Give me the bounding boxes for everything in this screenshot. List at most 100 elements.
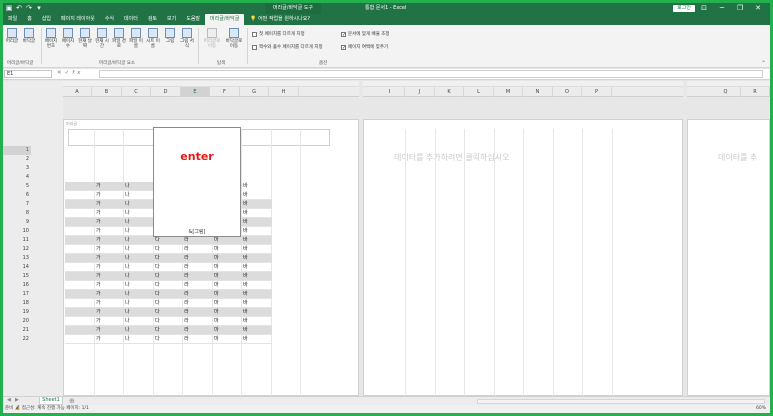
table-cell[interactable]: 바 (243, 281, 248, 290)
table-cell[interactable]: 가 (96, 209, 101, 218)
table-cell[interactable]: 가 (96, 263, 101, 272)
col-header-d[interactable]: D (151, 87, 181, 97)
checkbox-align-margins[interactable]: ✓ (341, 44, 346, 50)
table-cell[interactable]: 가 (96, 236, 101, 245)
table-cell[interactable]: 나 (125, 299, 130, 308)
table-cell[interactable]: 바 (243, 191, 248, 200)
add-data-hint[interactable]: 데이터를 추가하려면 클릭하십시오 (394, 152, 510, 163)
row-header[interactable]: 15 (3, 272, 31, 281)
row-header[interactable]: 9 (3, 218, 31, 227)
table-cell[interactable]: 가 (96, 218, 101, 227)
row-header[interactable]: 19 (3, 308, 31, 317)
table-cell[interactable]: 나 (125, 191, 130, 200)
table-cell[interactable]: 가 (96, 281, 101, 290)
table-cell[interactable]: 마 (214, 326, 219, 335)
table-cell[interactable]: 라 (184, 245, 189, 254)
table-cell[interactable]: 바 (243, 299, 248, 308)
col-header-r[interactable]: R (741, 87, 770, 97)
row-header[interactable]: 4 (3, 173, 31, 182)
table-cell[interactable]: 나 (125, 308, 130, 317)
horizontal-scrollbar[interactable] (477, 399, 765, 404)
col-header-e[interactable]: E (181, 87, 210, 97)
row-header[interactable]: 20 (3, 317, 31, 326)
table-cell[interactable]: 마 (214, 263, 219, 272)
table-cell[interactable]: 가 (96, 182, 101, 191)
table-cell[interactable]: 가 (96, 308, 101, 317)
row-header[interactable]: 17 (3, 290, 31, 299)
row-header[interactable]: 2 (3, 155, 31, 164)
tab-review[interactable]: 검토 (143, 14, 162, 25)
col-header-h[interactable]: H (269, 87, 299, 97)
table-cell[interactable]: 라 (184, 290, 189, 299)
option-different-odd-even[interactable]: 짝수와 홀수 페이지를 다르게 지정 (252, 44, 323, 50)
col-header-n[interactable]: N (523, 87, 553, 97)
table-cell[interactable]: 라 (184, 263, 189, 272)
row-header[interactable]: 12 (3, 245, 31, 254)
option-different-first-page[interactable]: 첫 페이지를 다르게 지정 (252, 31, 305, 37)
table-cell[interactable]: 다 (155, 272, 160, 281)
table-cell[interactable]: 바 (243, 218, 248, 227)
table-cell[interactable]: 바 (243, 209, 248, 218)
go-to-footer-button[interactable]: 바닥글로 이동 (224, 28, 244, 49)
table-cell[interactable]: 나 (125, 263, 130, 272)
col-header-o[interactable]: O (553, 87, 582, 97)
picture-button[interactable]: 그림 (163, 28, 177, 44)
table-cell[interactable]: 나 (125, 326, 130, 335)
row-header[interactable]: 16 (3, 281, 31, 290)
customize-qat-icon[interactable]: ▾ (35, 4, 43, 12)
table-cell[interactable]: 바 (243, 326, 248, 335)
row-header[interactable]: 10 (3, 227, 31, 236)
table-cell[interactable]: 마 (214, 335, 219, 344)
table-cell[interactable]: 나 (125, 254, 130, 263)
table-cell[interactable]: 다 (155, 236, 160, 245)
option-align-margins[interactable]: ✓ 페이지 여백에 맞추기 (341, 44, 388, 50)
table-cell[interactable]: 라 (184, 254, 189, 263)
undo-icon[interactable]: ↶ (15, 4, 23, 12)
row-header[interactable]: 11 (3, 236, 31, 245)
table-cell[interactable]: 마 (214, 236, 219, 245)
table-cell[interactable]: 마 (214, 254, 219, 263)
checkbox-scale-with-document[interactable]: ✓ (341, 31, 346, 37)
table-cell[interactable]: 바 (243, 263, 248, 272)
checkbox-different-first-page[interactable] (252, 31, 257, 37)
table-cell[interactable]: 나 (125, 227, 130, 236)
option-scale-with-document[interactable]: ✓ 문서에 맞게 배율 조정 (341, 31, 390, 37)
table-cell[interactable]: 다 (155, 326, 160, 335)
next-sheet-icon[interactable]: ▶ (15, 397, 19, 403)
table-cell[interactable]: 나 (125, 317, 130, 326)
table-cell[interactable]: 다 (155, 263, 160, 272)
table-cell[interactable]: 마 (214, 317, 219, 326)
tab-page-layout[interactable]: 페이지 레이아웃 (56, 14, 100, 25)
table-cell[interactable]: 바 (243, 236, 248, 245)
table-cell[interactable]: 라 (184, 335, 189, 344)
table-cell[interactable]: 나 (125, 281, 130, 290)
current-date-button[interactable]: 현재 날짜 (78, 28, 92, 49)
tab-help[interactable]: 도움말 (181, 14, 205, 25)
row-header[interactable]: 7 (3, 200, 31, 209)
table-cell[interactable]: 라 (184, 236, 189, 245)
table-cell[interactable]: 마 (214, 272, 219, 281)
table-cell[interactable]: 라 (184, 272, 189, 281)
zoom-level[interactable]: 60% (756, 405, 766, 413)
current-time-button[interactable]: 현재 시간 (95, 28, 109, 49)
table-cell[interactable]: 나 (125, 290, 130, 299)
table-cell[interactable]: 바 (243, 227, 248, 236)
table-cell[interactable]: 나 (125, 245, 130, 254)
minimize-icon[interactable]: ─ (713, 3, 731, 14)
col-header-g[interactable]: G (240, 87, 269, 97)
table-cell[interactable]: 가 (96, 200, 101, 209)
table-cell[interactable]: 바 (243, 245, 248, 254)
table-cell[interactable]: 바 (243, 182, 248, 191)
col-header-m[interactable]: M (494, 87, 523, 97)
row-header[interactable]: 6 (3, 191, 31, 200)
table-cell[interactable]: 가 (96, 326, 101, 335)
restore-icon[interactable]: ❐ (731, 3, 749, 14)
tab-formulas[interactable]: 수식 (100, 14, 119, 25)
table-cell[interactable]: 가 (96, 299, 101, 308)
cancel-icon[interactable]: ✕ (57, 70, 65, 76)
file-path-button[interactable]: 파일 경로 (112, 28, 126, 49)
table-cell[interactable]: 바 (243, 290, 248, 299)
table-cell[interactable]: 다 (155, 308, 160, 317)
col-header-c[interactable]: C (122, 87, 151, 97)
col-header-i[interactable]: I (375, 87, 405, 97)
